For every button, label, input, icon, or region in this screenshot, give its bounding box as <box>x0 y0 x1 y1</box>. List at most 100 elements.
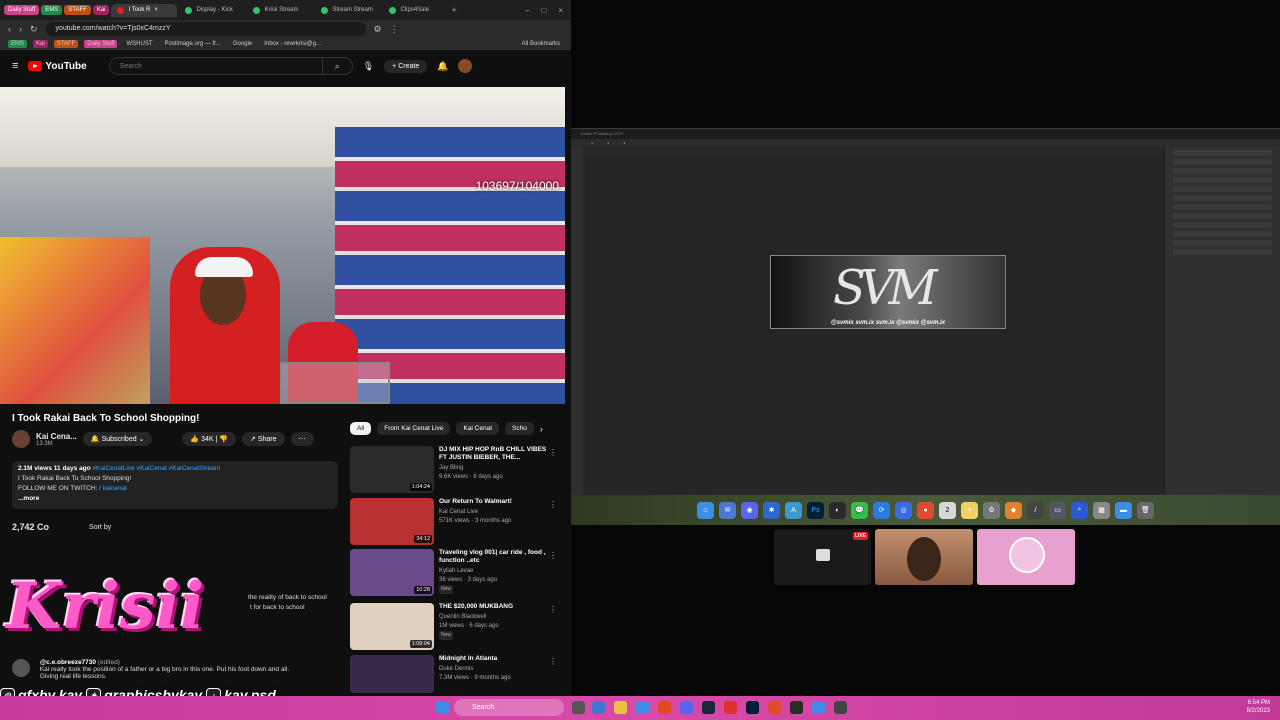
rec-channel[interactable]: Quenlin Blackwell <box>439 613 549 622</box>
notes-icon[interactable]: ≡ <box>961 501 978 519</box>
rec-channel[interactable]: Jay Bling <box>439 464 549 473</box>
finder-icon[interactable]: ☺ <box>697 501 714 519</box>
tab-kick[interactable]: Display - Kick <box>179 4 245 17</box>
bookmark-wshust[interactable]: WSHUST <box>123 40 155 48</box>
brave-icon[interactable] <box>658 701 671 714</box>
folder-icon[interactable]: ▬ <box>1115 501 1132 519</box>
app-icon[interactable] <box>636 701 649 714</box>
chrome-icon[interactable] <box>768 701 781 714</box>
tab-clips[interactable]: Clips4Sale <box>383 4 449 17</box>
channel-avatar[interactable] <box>12 430 30 448</box>
app-icon[interactable] <box>790 701 803 714</box>
reload-icon[interactable]: ↻ <box>30 24 38 35</box>
calendar-icon[interactable]: 2 <box>939 501 956 519</box>
chrome-icon[interactable]: ● <box>917 501 934 519</box>
mail-icon[interactable]: ✉ <box>719 501 736 519</box>
rec-title[interactable]: Midnight In Atlanta <box>439 655 549 663</box>
more-icon[interactable]: ⋮ <box>549 551 557 560</box>
settings-icon[interactable]: ⚙ <box>983 501 1000 519</box>
rec-channel[interactable]: Kyliah Levae <box>439 567 549 576</box>
bookmark-inbox[interactable]: Inbox - rewrkrisi@g... <box>261 40 324 48</box>
rec-title[interactable]: THE $20,000 MUKBANG <box>439 603 549 611</box>
tab-stream[interactable]: Krisii Stream <box>247 4 313 17</box>
recommendation-item[interactable]: 34:12 Our Return To Walmart! Kai Cenat Li… <box>350 498 560 546</box>
app-icon[interactable]: ⌕ <box>1071 501 1088 519</box>
task-view-icon[interactable] <box>572 701 585 714</box>
doc-tab[interactable]: ● <box>623 139 625 147</box>
video-player[interactable]: 103697/104000 <box>0 87 565 404</box>
appstore-icon[interactable]: A <box>785 501 802 519</box>
bookmark-staff[interactable]: STAFF <box>53 39 79 48</box>
chevron-right-icon[interactable]: › <box>540 424 543 434</box>
app-icon[interactable] <box>834 701 847 714</box>
bookmark-kai[interactable]: Kai <box>33 39 48 48</box>
like-button[interactable]: 👍 34K | 👎 <box>182 432 236 446</box>
steam-icon[interactable] <box>702 701 715 714</box>
video-thumbnail[interactable]: 1:04:24 <box>350 446 434 493</box>
hashtags[interactable]: #KaiCenatLive #KaiCenat #KaiCenatStream <box>92 465 220 472</box>
system-clock[interactable]: 6:54 PM 8/2/2023 <box>1247 699 1270 715</box>
more-icon[interactable]: ⋮ <box>549 448 557 457</box>
extensions-icon[interactable]: ⚙ <box>374 24 382 35</box>
bookmark-postimage[interactable]: Postimage.org — fr... <box>161 40 223 48</box>
video-thumbnail[interactable]: 34:12 <box>350 498 434 545</box>
photoshop-canvas[interactable]: SVM @svmix svm.ix svm.ix @svmix @svm.ix <box>585 157 1161 487</box>
explorer-icon[interactable] <box>614 701 627 714</box>
chip-all[interactable]: All <box>350 422 372 435</box>
messages-icon[interactable]: 💬 <box>851 501 868 519</box>
menu-icon[interactable]: ⋮ <box>390 24 399 35</box>
recommendation-item[interactable]: 1:04:24 DJ MIX HIP HOP RnB CHILL VIBES F… <box>350 446 560 494</box>
doc-tab[interactable]: ● <box>607 139 609 147</box>
app-icon[interactable] <box>592 701 605 714</box>
channel-name[interactable]: Kai Cena... <box>36 432 77 441</box>
rec-channel[interactable]: Duke Dennis <box>439 665 549 674</box>
video-thumbnail[interactable] <box>350 655 434 693</box>
video-thumbnail[interactable]: 1:09:04 <box>350 603 434 650</box>
back-icon[interactable]: ‹ <box>8 24 11 34</box>
url-field[interactable]: youtube.com/watch?v=Tjs0xC4mzzY <box>45 22 366 36</box>
forward-icon[interactable]: › <box>19 24 22 34</box>
youtube-logo[interactable]: YouTube <box>28 61 87 72</box>
tab-group-daily[interactable]: Daily Stuff <box>4 5 40 15</box>
all-bookmarks[interactable]: All Bookmarks <box>519 40 563 48</box>
chip-kai-cenat[interactable]: Kai Cenat <box>456 422 500 435</box>
photoshop-icon[interactable] <box>746 701 759 714</box>
mic-icon[interactable]: 🎙 <box>363 61 374 72</box>
tab-group-staff[interactable]: STAFF <box>64 5 91 15</box>
chip-from-channel[interactable]: From Kai Cenat Live <box>377 422 451 435</box>
tab-stream2[interactable]: Stream Stream <box>315 4 381 17</box>
commenter-avatar[interactable] <box>12 659 30 677</box>
more-icon[interactable]: ⋮ <box>549 605 557 614</box>
app-icon[interactable] <box>724 701 737 714</box>
close-window-icon[interactable]: × <box>558 6 563 15</box>
video-thumbnail[interactable]: 10:28 <box>350 549 434 596</box>
app-icon[interactable]: ◆ <box>1005 501 1022 519</box>
recommendation-item[interactable]: Midnight In Atlanta Duke Dennis 7.3M views… <box>350 655 560 696</box>
rec-channel[interactable]: Kai Cenat Live <box>439 508 549 517</box>
app-icon[interactable]: ⟳ <box>873 501 890 519</box>
maximize-icon[interactable]: □ <box>541 6 546 15</box>
tab-youtube[interactable]: I Took R × <box>111 3 178 17</box>
minimize-icon[interactable]: – <box>525 6 529 15</box>
tab-group-ems[interactable]: EMS <box>41 5 63 15</box>
photoshop-toolbar[interactable] <box>571 147 583 496</box>
close-icon[interactable]: × <box>154 7 158 13</box>
recommendation-item[interactable]: 10:28 Traveling vlog 001| car ride , foo… <box>350 549 560 597</box>
taskbar-search[interactable]: Search <box>454 699 564 716</box>
stream-preview[interactable]: LIVE <box>774 529 871 585</box>
bookmark-ems[interactable]: EMS <box>8 39 28 48</box>
more-actions-button[interactable]: ⋯ <box>290 432 314 446</box>
hamburger-icon[interactable]: ≡ <box>12 60 18 72</box>
avatar[interactable] <box>458 59 473 73</box>
discord-icon[interactable] <box>680 701 693 714</box>
rec-title[interactable]: Our Return To Walmart! <box>439 498 549 506</box>
doc-tab[interactable]: ● <box>591 139 593 147</box>
rec-title[interactable]: DJ MIX HIP HOP RnB CHILL VIBES FT JUSTIN… <box>439 446 549 462</box>
search-icon[interactable]: ⌕ <box>321 58 352 74</box>
photoshop-panels[interactable] <box>1164 147 1280 496</box>
create-button[interactable]: + Create <box>384 59 428 73</box>
app-icon[interactable]: ◐ <box>829 501 846 519</box>
subscribed-button[interactable]: 🔔 Subscribed ⌄ <box>82 432 153 446</box>
windows-start-icon[interactable] <box>436 701 449 714</box>
trash-icon[interactable]: 🗑 <box>1137 501 1154 519</box>
